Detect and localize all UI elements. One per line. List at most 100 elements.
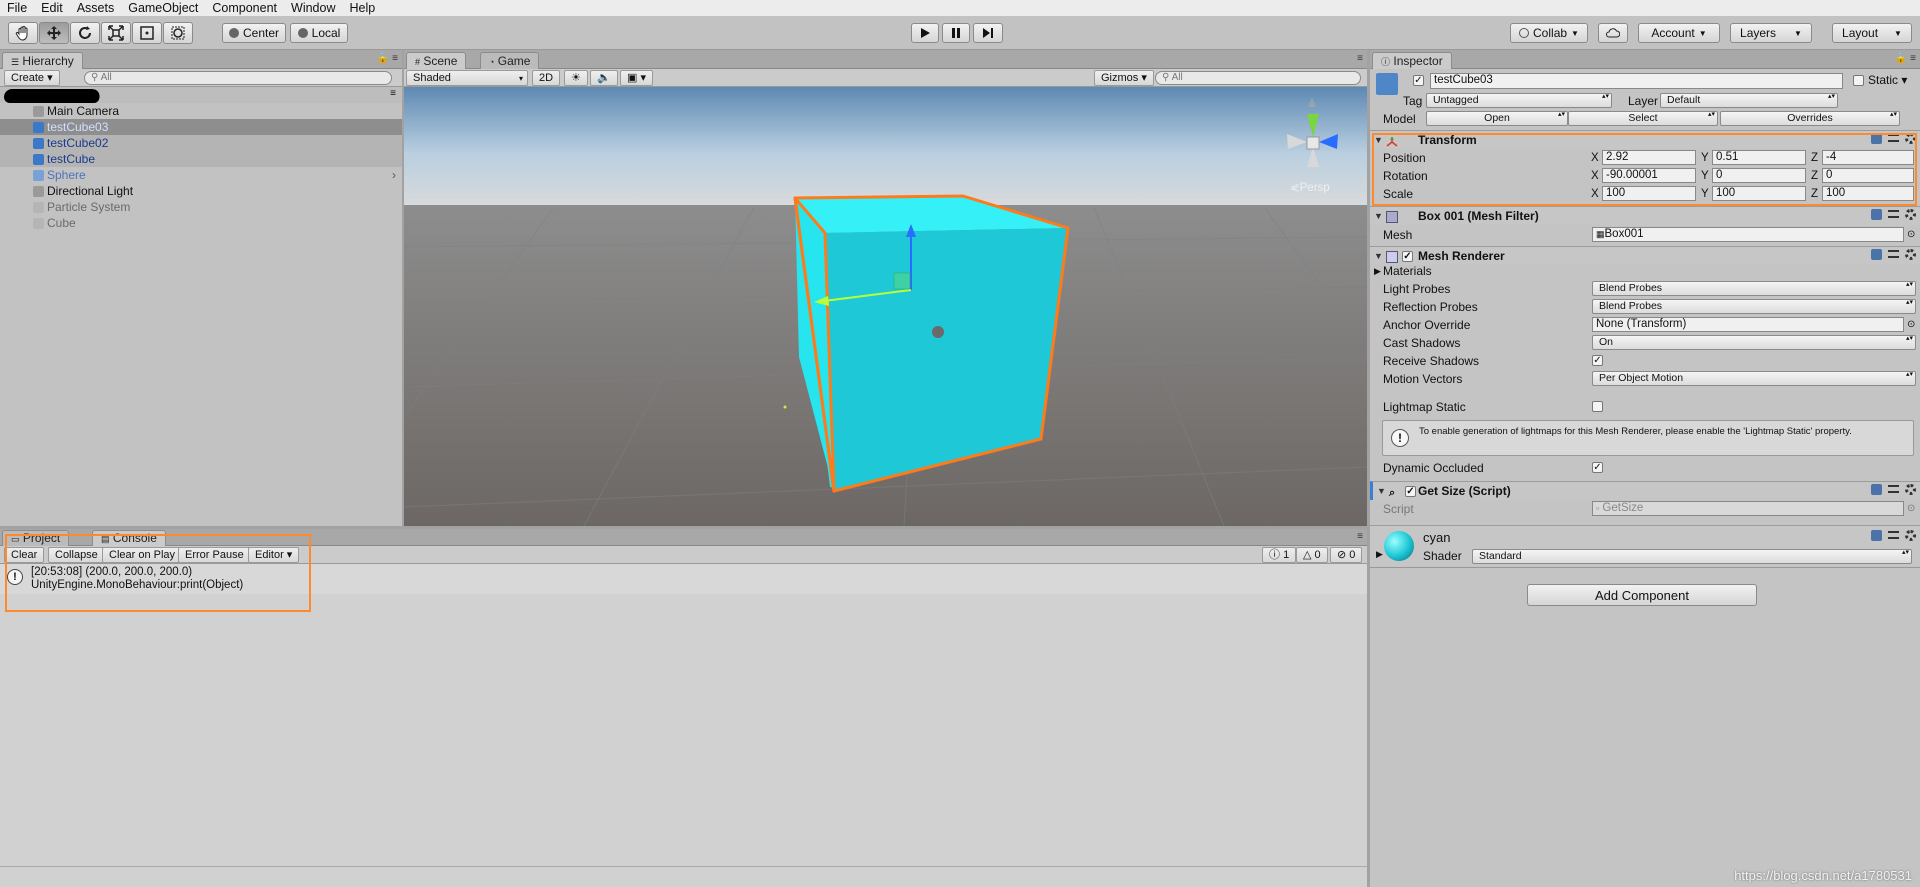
lighting-toggle[interactable]: ☀ (564, 70, 588, 86)
gear-icon[interactable] (1905, 530, 1916, 541)
menu-help[interactable]: Help (342, 0, 382, 16)
light-probes-dropdown[interactable]: Blend Probes (1592, 281, 1916, 296)
audio-toggle[interactable]: 🔈 (590, 70, 618, 86)
tab-inspector[interactable]: ⓘ Inspector (1372, 52, 1452, 69)
model-select-button[interactable]: Select (1568, 111, 1718, 126)
preset-icon[interactable] (1888, 210, 1899, 218)
create-button[interactable]: Create ▾ (4, 70, 60, 86)
motion-vectors-dropdown[interactable]: Per Object Motion (1592, 371, 1916, 386)
preset-icon[interactable] (1888, 531, 1899, 539)
anchor-override-field[interactable]: None (Transform) (1592, 317, 1904, 332)
script-enabled-checkbox[interactable]: ✓ (1405, 486, 1416, 497)
model-open-button[interactable]: Open (1426, 111, 1568, 126)
cloud-button[interactable] (1598, 23, 1628, 43)
active-checkbox[interactable]: ✓ (1413, 75, 1424, 86)
fold-arrow-icon[interactable]: ▶ (1376, 549, 1383, 560)
info-count-toggle[interactable]: ⓘ 1 (1262, 547, 1297, 563)
rotate-tool-icon[interactable] (70, 22, 100, 44)
reflection-probes-dropdown[interactable]: Blend Probes (1592, 299, 1916, 314)
light-probes-label: Light Probes (1383, 282, 1451, 296)
hierarchy-item-directional-light[interactable]: Directional Light (0, 183, 402, 199)
tab-hierarchy[interactable]: ☰ Hierarchy (2, 52, 83, 69)
mesh-renderer-enabled-checkbox[interactable]: ✓ (1402, 251, 1413, 262)
step-button[interactable] (973, 23, 1003, 43)
hand-tool-icon[interactable] (8, 22, 38, 44)
mode-2d-toggle[interactable]: 2D (532, 70, 561, 86)
preset-icon[interactable] (1888, 250, 1899, 258)
hierarchy-item-particle-system[interactable]: Particle System (0, 199, 402, 215)
scene-menu-icon[interactable]: ≡ (390, 88, 396, 99)
warning-count-toggle[interactable]: △ 0 (1296, 547, 1328, 563)
menu-window[interactable]: Window (284, 0, 342, 16)
error-count-toggle[interactable]: ⊘ 0 (1330, 547, 1363, 563)
hierarchy-item-testcube03[interactable]: testCube03 (0, 119, 402, 135)
menu-edit[interactable]: Edit (34, 0, 70, 16)
main-toolbar: Center Local Collab ▼ Account ▼ Layers ▼… (0, 16, 1920, 50)
hierarchy-item-main-camera[interactable]: Main Camera (0, 103, 402, 119)
hierarchy-item-cube[interactable]: Cube (0, 215, 402, 231)
move-tool-icon[interactable] (39, 22, 69, 44)
object-picker-icon[interactable]: ⊙ (1907, 316, 1915, 334)
pause-button[interactable] (942, 23, 970, 43)
shader-label: Shader (1423, 549, 1462, 563)
panel-menu-icon[interactable]: ≡ (1357, 531, 1363, 542)
tab-scene[interactable]: # Scene (406, 52, 467, 69)
layers-dropdown[interactable]: Layers ▼ (1730, 23, 1812, 43)
hierarchy-item-testcube[interactable]: testCube (0, 151, 402, 167)
help-book-icon[interactable] (1871, 530, 1882, 541)
menu-gameobject[interactable]: GameObject (121, 0, 205, 16)
layer-dropdown[interactable]: Default (1660, 93, 1838, 108)
gear-icon[interactable] (1905, 484, 1916, 495)
scene-header-row[interactable]: ≡ (0, 87, 402, 103)
panel-menu-icon[interactable]: ≡ (1357, 53, 1363, 64)
chevron-right-icon[interactable]: › (392, 167, 396, 183)
scale-tool-icon[interactable] (101, 22, 131, 44)
menu-component[interactable]: Component (205, 0, 284, 16)
hierarchy-item-testcube02[interactable]: testCube02 (0, 135, 402, 151)
lightmap-static-checkbox[interactable] (1592, 401, 1603, 412)
menu-file[interactable]: File (0, 0, 34, 16)
pivot-center-button[interactable]: Center (222, 23, 286, 43)
hierarchy-search-input[interactable]: ⚲ All (84, 71, 392, 85)
layout-dropdown[interactable]: Layout ▼ (1832, 23, 1912, 43)
menu-assets[interactable]: Assets (70, 0, 122, 16)
shader-dropdown[interactable]: Standard (1472, 549, 1912, 564)
lightmap-static-row: Lightmap Static (1370, 398, 1920, 416)
static-checkbox[interactable] (1853, 75, 1864, 86)
object-name-input[interactable]: testCube03 (1430, 73, 1843, 89)
hierarchy-item-sphere[interactable]: Sphere › (0, 167, 402, 183)
cast-shadows-dropdown[interactable]: On (1592, 335, 1916, 350)
shading-dropdown[interactable]: Shaded ▾ (406, 70, 528, 86)
help-book-icon[interactable] (1871, 484, 1882, 495)
panel-menu-icon[interactable]: 🔒 ≡ (1895, 53, 1916, 64)
scene-viewport[interactable]: ⋞Persp (404, 87, 1367, 526)
mesh-object-field[interactable]: ▦Box001 (1592, 227, 1904, 242)
gear-icon[interactable] (1905, 249, 1916, 260)
account-dropdown[interactable]: Account ▼ (1638, 23, 1720, 43)
scene-search-input[interactable]: ⚲ All (1155, 71, 1361, 85)
panel-menu-icon[interactable]: 🔒 ≡ (377, 53, 398, 64)
mesh-filter-header[interactable]: ▼ Box 001 (Mesh Filter) (1370, 206, 1920, 225)
script-header[interactable]: ▼ ⌕ ✓ Get Size (Script) (1370, 481, 1920, 500)
play-button[interactable] (911, 23, 939, 43)
preset-icon[interactable] (1888, 485, 1899, 493)
rect-tool-icon[interactable] (132, 22, 162, 44)
tab-game[interactable]: ◔ Game (480, 52, 540, 69)
collab-button[interactable]: Collab ▼ (1510, 23, 1588, 43)
receive-shadows-checkbox[interactable]: ✓ (1592, 355, 1603, 366)
transform-tool-icon[interactable] (163, 22, 193, 44)
dynamic-occluded-checkbox[interactable]: ✓ (1592, 462, 1603, 473)
object-name-value: testCube03 (1434, 74, 1493, 86)
object-picker-icon[interactable]: ⊙ (1907, 226, 1915, 244)
pivot-local-button[interactable]: Local (290, 23, 348, 43)
persp-label[interactable]: ⋞Persp (1290, 180, 1330, 194)
gizmos-dropdown[interactable]: Gizmos ▾ (1094, 70, 1154, 86)
materials-row[interactable]: ▶ Materials (1370, 262, 1920, 280)
help-book-icon[interactable] (1871, 249, 1882, 260)
gear-icon[interactable] (1905, 209, 1916, 220)
help-book-icon[interactable] (1871, 209, 1882, 220)
add-component-button[interactable]: Add Component (1527, 584, 1757, 606)
model-overrides-dropdown[interactable]: Overrides (1720, 111, 1900, 126)
effects-dropdown[interactable]: ▣ ▾ (620, 70, 653, 86)
tag-dropdown[interactable]: Untagged (1426, 93, 1612, 108)
